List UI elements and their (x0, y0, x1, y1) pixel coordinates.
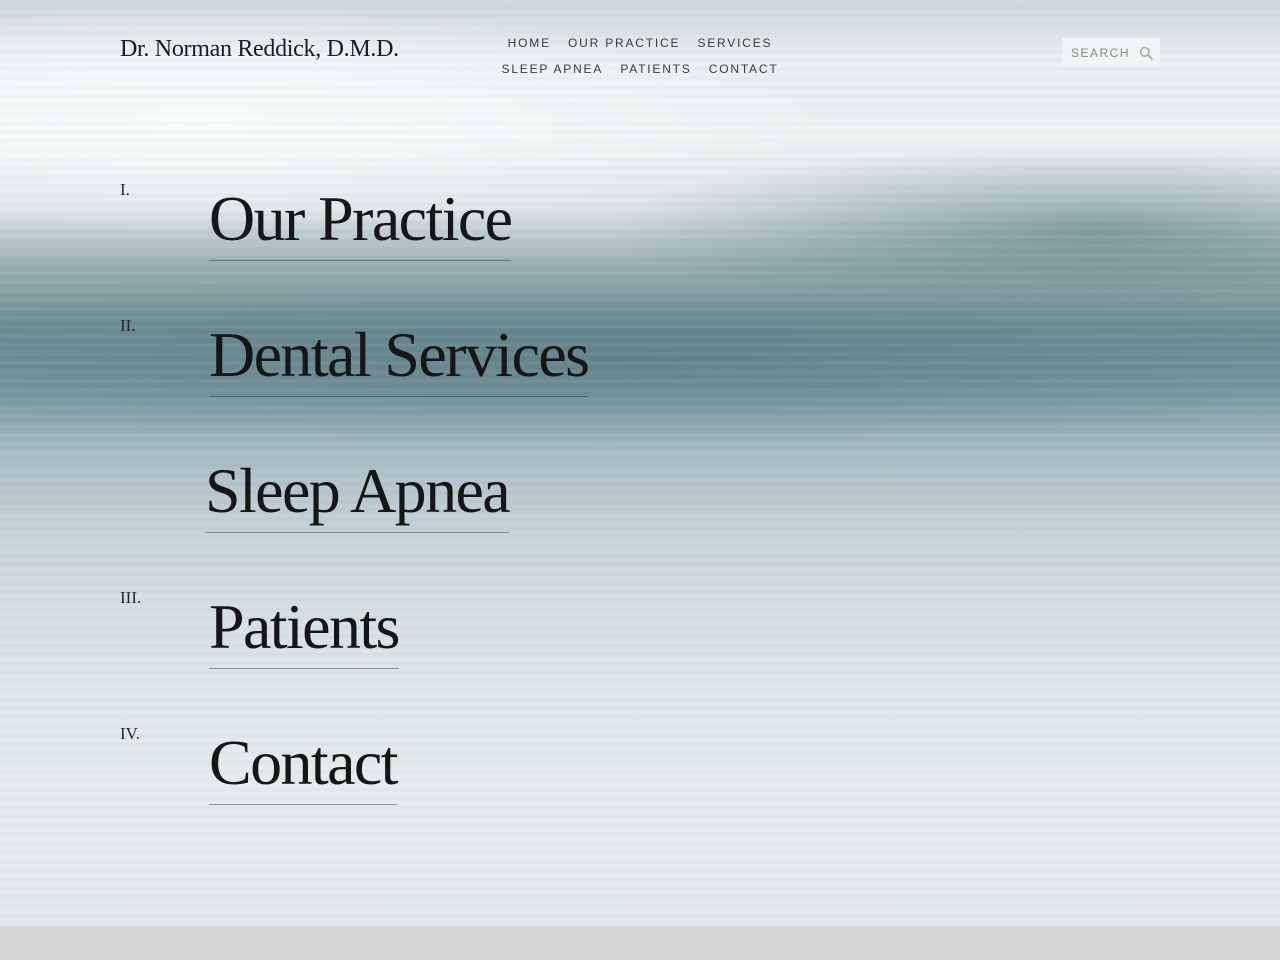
nav-home[interactable]: HOME (508, 36, 551, 50)
menu-item-our-practice: I. Our Practice (120, 180, 820, 290)
menu-item-contact: IV. Contact (120, 724, 820, 834)
top-navigation: HOME OUR PRACTICE SERVICES SLEEP APNEA P… (490, 30, 790, 82)
footer-band (0, 926, 1280, 960)
menu-item-sleep-apnea: Sleep Apnea (120, 452, 820, 562)
nav-row-2: SLEEP APNEA PATIENTS CONTACT (490, 56, 790, 82)
menu-numeral: IV. (120, 724, 140, 743)
nav-services[interactable]: SERVICES (697, 36, 772, 50)
menu-numeral: III. (120, 588, 142, 607)
menu-item-dental-services: II. Dental Services (120, 316, 820, 426)
menu-link-contact[interactable]: Contact (209, 724, 398, 805)
menu-numeral: II. (120, 316, 136, 335)
nav-our-practice[interactable]: OUR PRACTICE (568, 36, 680, 50)
nav-row-1: HOME OUR PRACTICE SERVICES (490, 30, 790, 56)
nav-contact[interactable]: CONTACT (709, 62, 779, 76)
menu-link-sleep-apnea[interactable]: Sleep Apnea (205, 452, 511, 533)
site-title[interactable]: Dr. Norman Reddick, D.M.D. (120, 36, 399, 63)
menu-item-patients: III. Patients (120, 588, 820, 698)
menu-link-our-practice[interactable]: Our Practice (209, 180, 513, 261)
menu-numeral: I. (120, 180, 130, 199)
menu-link-dental-services[interactable]: Dental Services (209, 316, 590, 397)
nav-sleep-apnea[interactable]: SLEEP APNEA (502, 62, 604, 76)
search-icon[interactable] (1132, 38, 1160, 67)
search-input[interactable]: SEARCH (1062, 38, 1160, 67)
nav-patients[interactable]: PATIENTS (620, 62, 691, 76)
menu-link-patients[interactable]: Patients (209, 588, 400, 669)
search-placeholder: SEARCH (1071, 45, 1131, 60)
